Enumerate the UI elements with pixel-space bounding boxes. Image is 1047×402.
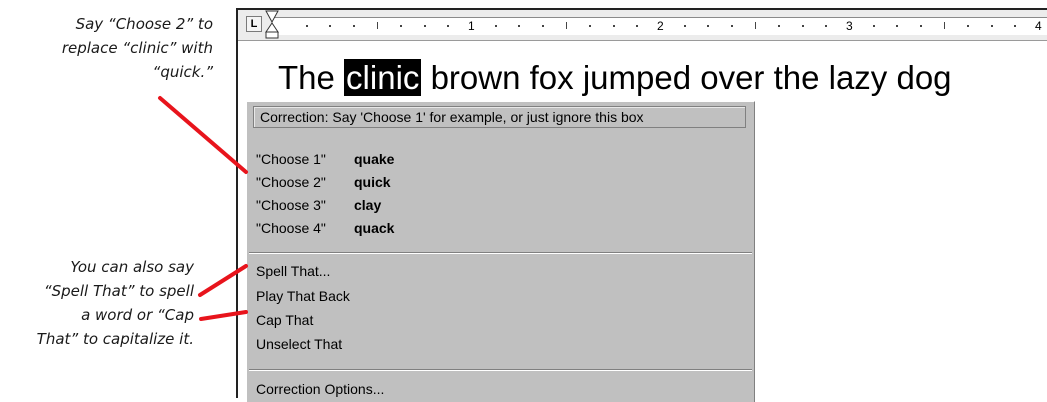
callout-spell-line: a word or “Cap [81, 306, 194, 324]
ruler-half-tick [376, 22, 378, 29]
callout-choose-line: “quick.” [152, 63, 213, 81]
text-after: brown fox jumped over the lazy dog [430, 59, 952, 96]
ruler-dot [896, 25, 899, 27]
tab-stop-selector[interactable]: L [246, 16, 262, 32]
selected-word[interactable]: clinic [344, 59, 422, 96]
choice-command: "Choose 3" [256, 197, 326, 213]
ruler-dot [990, 25, 993, 27]
ruler-dot [423, 25, 426, 27]
ruler-dot [636, 25, 639, 27]
ruler-dot [447, 25, 450, 27]
ruler-dot [778, 25, 781, 27]
ruler-number: 2 [657, 19, 664, 33]
menu-item-play-that-back[interactable]: Play That Back [256, 285, 350, 308]
choice-word: quick [354, 174, 391, 190]
ruler-dot [352, 25, 355, 27]
menu-item-cap-that[interactable]: Cap That [256, 309, 313, 332]
choice-item-2[interactable]: "Choose 2" quick [256, 171, 391, 193]
callout-spell: You can also say “Spell That” to spell a… [0, 255, 194, 351]
menu-separator [249, 369, 752, 371]
menu-item-spell-that[interactable]: Spell That... [256, 260, 330, 283]
choice-item-1[interactable]: "Choose 1" quake [256, 148, 394, 170]
choice-command: "Choose 2" [256, 174, 326, 190]
ruler-dot [730, 25, 733, 27]
ruler-number: 3 [846, 19, 853, 33]
callout-choose-line: Say “Choose 2” to [75, 15, 213, 33]
ruler-dot [589, 25, 592, 27]
ruler-dot [872, 25, 875, 27]
ruler-half-tick [943, 22, 945, 29]
menu-item-unselect-that[interactable]: Unselect That [256, 333, 342, 356]
choice-word: clay [354, 197, 382, 213]
document-window: L 1 2 3 4 The clinic brown fox jumped over … [236, 8, 1047, 402]
choice-word: quack [354, 220, 395, 236]
correction-menu-title: Correction: Say 'Choose 1' for example, … [253, 106, 746, 128]
callout-spell-line: “Spell That” to spell [43, 282, 194, 300]
ruler-dot [919, 25, 922, 27]
ruler-dot [683, 25, 686, 27]
callout-spell-line: That” to capitalize it. [36, 330, 194, 348]
ruler-dot [305, 25, 308, 27]
ruler-dot [494, 25, 497, 27]
ruler-dot [707, 25, 710, 27]
ruler-number: 1 [468, 19, 475, 33]
menu-separator [249, 252, 752, 254]
ruler-half-tick [754, 22, 756, 29]
ruler-number: 4 [1035, 19, 1042, 33]
choice-command: "Choose 4" [256, 220, 326, 236]
ruler-dot [967, 25, 970, 27]
ruler-dot [1014, 25, 1017, 27]
ruler-dot [541, 25, 544, 27]
document-text[interactable]: The clinic brown fox jumped over the laz… [278, 58, 952, 98]
callout-spell-line: You can also say [70, 258, 194, 276]
ruler-dot [400, 25, 403, 27]
ruler-dot [825, 25, 828, 27]
text-before: The [278, 59, 335, 96]
choice-word: quake [354, 151, 395, 167]
callout-choose: Say “Choose 2” to replace “clinic” with … [0, 12, 213, 84]
ruler-dot [612, 25, 615, 27]
ruler-dot [801, 25, 804, 27]
choice-item-3[interactable]: "Choose 3" clay [256, 194, 381, 216]
menu-item-correction-options[interactable]: Correction Options... [256, 378, 384, 401]
pointer-choose-2 [158, 96, 248, 174]
choice-command: "Choose 1" [256, 151, 326, 167]
callout-choose-line: replace “clinic” with [61, 39, 213, 57]
ruler-dot [329, 25, 332, 27]
ruler-half-tick [565, 22, 567, 29]
indent-marker-icon[interactable] [264, 10, 280, 40]
correction-menu: Correction: Say 'Choose 1' for example, … [246, 101, 755, 402]
ruler[interactable]: L 1 2 3 4 [238, 10, 1047, 41]
choice-item-4[interactable]: "Choose 4" quack [256, 217, 394, 239]
ruler-dot [518, 25, 521, 27]
